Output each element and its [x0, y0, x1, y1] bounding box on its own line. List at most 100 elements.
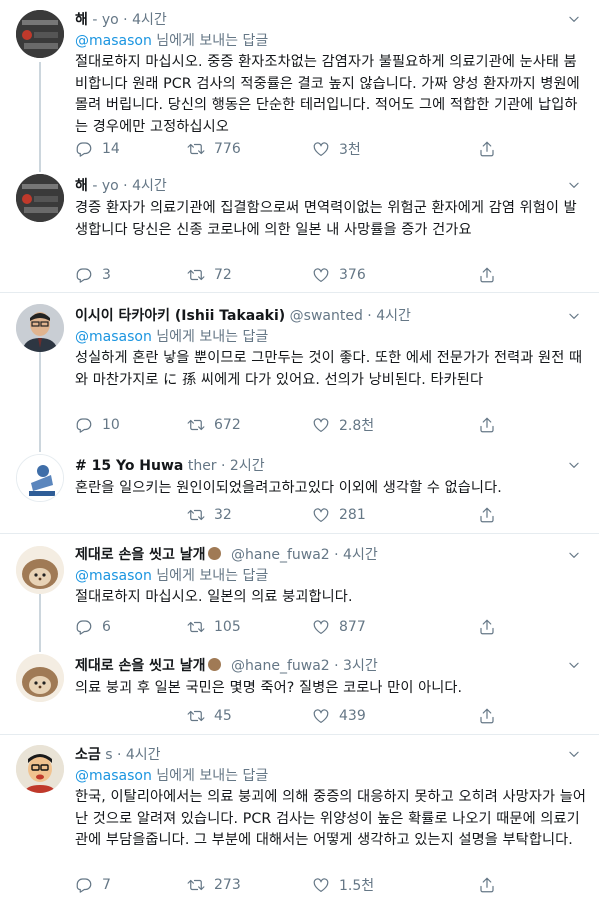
tweet[interactable]: 해 - yo · 4시간 경증 환자가 의료기관에 집결함으로써 면역력이없는 … [0, 172, 599, 292]
share-button[interactable] [478, 265, 505, 285]
display-name[interactable]: 해 [75, 12, 88, 28]
share-icon [478, 506, 496, 524]
chevron-down-icon[interactable] [567, 309, 581, 323]
share-icon [478, 266, 496, 284]
like-button[interactable]: 1.5천 [312, 875, 374, 895]
retweet-button[interactable]: 105 [187, 617, 241, 637]
user-handle[interactable]: @hane_fuwa2 [231, 547, 330, 563]
display-name[interactable]: 제대로 손을 씻고 날개 [75, 547, 206, 563]
chevron-down-icon[interactable] [567, 178, 581, 192]
tweet-actions: 10 672 2.8천 [75, 415, 505, 435]
reply-icon [75, 876, 93, 894]
retweet-button[interactable]: 672 [187, 415, 241, 435]
tweet[interactable]: 소금 s · 4시간 @masason 님에게 보내는 답글 한국, 이탈리아에… [0, 735, 599, 910]
user-handle[interactable]: @swanted [290, 308, 363, 324]
avatar[interactable] [16, 745, 64, 793]
reply-button[interactable]: 6 [75, 617, 111, 637]
tweet-header: 이시이 타카아키 (Ishii Takaaki) @swanted · 4시간 [75, 308, 411, 324]
mention-link[interactable]: @masason [75, 768, 152, 784]
user-handle[interactable]: yo [102, 12, 119, 28]
tweet[interactable]: 해 - yo · 4시간 @masason 님에게 보내는 답글 절대로하지 마… [0, 0, 599, 170]
timestamp[interactable]: 4시간 [343, 547, 378, 563]
tweet-actions: 3 72 376 [75, 265, 505, 285]
like-button[interactable]: 877 [312, 617, 366, 637]
display-name[interactable]: 소금 [75, 747, 101, 763]
retweet-count: 672 [214, 417, 241, 433]
share-button[interactable] [478, 139, 505, 159]
tweet-text: 의료 붕괴 후 일본 국민은 몇명 죽어? 질병은 코로나 만이 아니다. [75, 680, 463, 696]
avatar[interactable] [16, 304, 64, 352]
timestamp[interactable]: 4시간 [132, 178, 167, 194]
tweet-header: 소금 s · 4시간 [75, 747, 161, 763]
tweet-text: 절대로하지 마십시오. 중증 환자조차없는 감염자가 불필요하게 의료기관에 눈… [75, 54, 580, 135]
tweet-actions: 6 105 877 [75, 617, 505, 637]
timestamp[interactable]: 4시간 [132, 12, 167, 28]
chevron-down-icon[interactable] [567, 747, 581, 761]
retweet-count: 45 [214, 708, 232, 724]
tweet-text: 혼란을 일으키는 원인이되었을려고하고있다 이외에 생각할 수 없습니다. [75, 480, 502, 496]
like-icon [312, 416, 330, 434]
share-button[interactable] [478, 706, 505, 726]
user-handle[interactable]: yo [102, 178, 119, 194]
like-count: 376 [339, 267, 366, 283]
retweet-count: 105 [214, 619, 241, 635]
mention-link[interactable]: @masason [75, 33, 152, 49]
display-name[interactable]: 이시이 타카아키 (Ishii Takaaki) [75, 308, 285, 324]
retweet-button[interactable]: 273 [187, 875, 241, 895]
like-button[interactable]: 281 [312, 505, 366, 525]
reply-button[interactable]: 10 [75, 415, 120, 435]
tweet[interactable]: 제대로 손을 씻고 날개 @hane_fuwa2 · 3시간 의료 붕괴 후 일… [0, 652, 599, 732]
retweet-icon [187, 266, 205, 284]
reply-icon [75, 618, 93, 636]
avatar[interactable] [16, 10, 64, 58]
retweet-button[interactable]: 72 [187, 265, 232, 285]
mention-link[interactable]: @masason [75, 568, 152, 584]
reply-button[interactable]: 7 [75, 875, 111, 895]
display-name[interactable]: 제대로 손을 씻고 날개 [75, 658, 206, 674]
reply-button[interactable]: 3 [75, 265, 111, 285]
like-button[interactable]: 3천 [312, 139, 361, 159]
tweet[interactable]: # 15 Yo Huwa ther · 2시간 혼란을 일으키는 원인이되었을려… [0, 452, 599, 532]
like-button[interactable]: 2.8천 [312, 415, 374, 435]
reply-count: 14 [102, 141, 120, 157]
hedgehog-emoji [207, 547, 221, 560]
timestamp[interactable]: 2시간 [230, 458, 265, 474]
chevron-down-icon[interactable] [567, 658, 581, 672]
reply-button[interactable]: 14 [75, 139, 120, 159]
timestamp[interactable]: 3시간 [343, 658, 378, 674]
like-count: 877 [339, 619, 366, 635]
tweet[interactable]: 제대로 손을 씻고 날개 @hane_fuwa2 · 4시간 @masason … [0, 534, 599, 644]
retweet-button[interactable]: 45 [187, 706, 232, 726]
avatar[interactable] [16, 454, 64, 502]
share-button[interactable] [478, 415, 505, 435]
share-icon [478, 416, 496, 434]
chevron-down-icon[interactable] [567, 12, 581, 26]
like-button[interactable]: 376 [312, 265, 366, 285]
avatar[interactable] [16, 546, 64, 594]
reply-icon [75, 266, 93, 284]
user-handle[interactable]: ther [188, 458, 217, 474]
like-icon [312, 876, 330, 894]
like-count: 3천 [339, 142, 361, 158]
share-button[interactable] [478, 505, 505, 525]
user-handle[interactable]: @hane_fuwa2 [231, 658, 330, 674]
avatar[interactable] [16, 174, 64, 222]
retweet-button[interactable]: 32 [187, 505, 232, 525]
retweet-button[interactable]: 776 [187, 139, 241, 159]
user-handle[interactable]: s [105, 747, 112, 763]
chevron-down-icon[interactable] [567, 458, 581, 472]
share-button[interactable] [478, 875, 505, 895]
chevron-down-icon[interactable] [567, 548, 581, 562]
timestamp[interactable]: 4시간 [126, 747, 161, 763]
display-name[interactable]: # 15 Yo Huwa [75, 458, 183, 474]
hedgehog-emoji [207, 658, 221, 671]
mention-link[interactable]: @masason [75, 329, 152, 345]
like-button[interactable]: 439 [312, 706, 366, 726]
share-button[interactable] [478, 617, 505, 637]
avatar[interactable] [16, 654, 64, 702]
timestamp[interactable]: 4시간 [376, 308, 411, 324]
tweet[interactable]: 이시이 타카아키 (Ishii Takaaki) @swanted · 4시간 … [0, 293, 599, 443]
retweet-icon [187, 506, 205, 524]
tweet-text: 경증 환자가 의료기관에 집결함으로써 면역력이없는 위험군 환자에게 감염 위… [75, 200, 577, 238]
display-name[interactable]: 해 [75, 178, 88, 194]
